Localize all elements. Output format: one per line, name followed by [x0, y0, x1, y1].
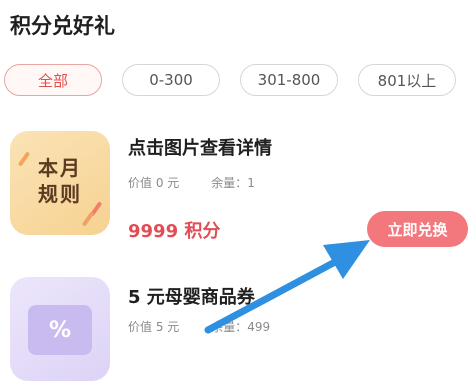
pointer-arrow-icon — [204, 240, 370, 334]
